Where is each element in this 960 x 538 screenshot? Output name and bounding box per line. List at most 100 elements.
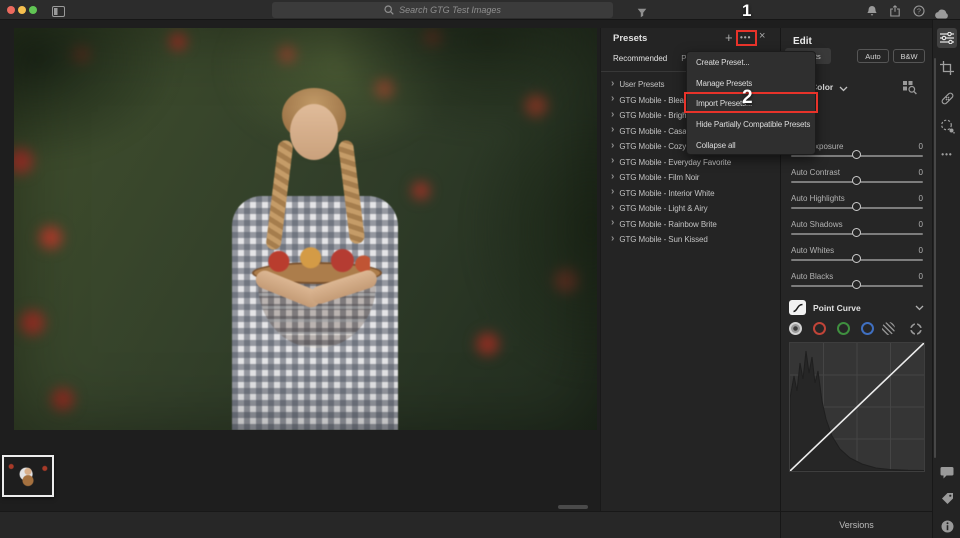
chevron-right-icon: › [611, 170, 615, 182]
create-preset-plus-button[interactable]: + [725, 31, 733, 44]
edit-panel-title: Edit [793, 36, 812, 47]
curve-target-icon[interactable] [909, 322, 923, 341]
menu-item-collapse-all[interactable]: Collapse all [687, 135, 815, 156]
scrollbar-thumb[interactable] [934, 58, 936, 458]
crop-icon [940, 61, 954, 75]
slider-auto-whites: Auto Whites 0 [781, 242, 933, 268]
scrollbar-thumb[interactable] [558, 505, 588, 509]
channel-all-button[interactable] [789, 322, 802, 335]
chevron-right-icon: › [611, 186, 615, 198]
filter-funnel-icon[interactable] [637, 5, 647, 23]
menu-item-import-presets[interactable]: Import Presets... [687, 94, 815, 115]
chevron-right-icon: › [611, 232, 615, 244]
crop-tool-button[interactable] [937, 58, 957, 78]
zoom-window-button[interactable] [29, 6, 37, 14]
channel-blue-button[interactable] [861, 322, 874, 335]
search-placeholder: Search GTG Test Images [399, 5, 501, 15]
preset-group[interactable]: › GTG Mobile - Sun Kissed [601, 232, 781, 248]
menu-item-create-preset[interactable]: Create Preset... [687, 52, 815, 73]
channel-red-button[interactable] [813, 322, 826, 335]
presets-more-options-button[interactable]: ••• [740, 33, 751, 42]
photo-apples [264, 246, 370, 274]
keywords-button[interactable] [937, 488, 957, 508]
light-sliders: Auto Exposure 0 Auto Contrast 0 Auto Highl… [781, 138, 933, 294]
share-icon[interactable] [889, 4, 901, 22]
point-curve-title: Point Curve [813, 303, 861, 313]
tone-curve-histogram[interactable] [789, 342, 925, 472]
photo-canvas[interactable] [14, 28, 597, 430]
search-icon [384, 5, 394, 15]
chevron-right-icon: › [611, 108, 615, 120]
curve-channel-buttons [781, 322, 933, 338]
chevron-right-icon: › [611, 93, 615, 105]
slider-handle[interactable] [852, 202, 861, 211]
chevron-right-icon: › [611, 139, 615, 151]
bottom-toolbar: ☆ ☆ ☆ ☆ ☆ ⚐ ⚐ Fit 100% [0, 511, 780, 538]
top-bar: Search GTG Test Images ? [0, 0, 960, 20]
channel-parametric-button[interactable] [882, 322, 895, 335]
photo-braid-right [337, 139, 366, 245]
close-presets-button[interactable]: × [759, 30, 765, 42]
auto-button[interactable]: Auto [857, 49, 889, 63]
panel-toggle-icon[interactable] [52, 4, 65, 22]
comments-button[interactable] [937, 462, 957, 482]
presets-panel-title: Presets [613, 33, 648, 44]
svg-text:?: ? [917, 8, 921, 15]
photo-face [290, 104, 338, 160]
chevron-right-icon: › [611, 124, 615, 136]
slider-handle[interactable] [852, 150, 861, 159]
channel-green-button[interactable] [837, 322, 850, 335]
slider-auto-blacks: Auto Blacks 0 [781, 268, 933, 294]
chat-bubble-icon [940, 466, 954, 478]
slider-handle[interactable] [852, 254, 861, 263]
help-icon[interactable]: ? [913, 4, 925, 22]
menu-item-manage-presets[interactable]: Manage Presets [687, 73, 815, 94]
tool-rail: ••• [932, 20, 960, 538]
masking-tool-button[interactable] [937, 116, 957, 136]
lightroom-window: Search GTG Test Images ? Presets + ••• ×… [0, 0, 960, 538]
slider-handle[interactable] [852, 176, 861, 185]
photo-arm-left [253, 267, 323, 311]
preset-group[interactable]: › GTG Mobile - Light & Airy [601, 201, 781, 217]
search-input[interactable]: Search GTG Test Images [272, 2, 613, 18]
preset-group[interactable]: › GTG Mobile - Interior White [601, 186, 781, 202]
tag-icon [941, 492, 953, 504]
photo-hair [282, 88, 346, 142]
tab-recommended[interactable]: Recommended [613, 54, 667, 63]
sliders-icon [940, 32, 954, 44]
chevron-right-icon: › [611, 217, 615, 229]
dots-icon: ••• [941, 149, 953, 159]
point-curve-header[interactable]: Point Curve [781, 300, 933, 318]
masking-icon [940, 119, 955, 134]
info-button[interactable] [937, 516, 957, 536]
menu-item-hide-partially-compatible[interactable]: Hide Partially Compatible Presets [687, 114, 815, 135]
photo-braid-left [265, 139, 294, 251]
slider-auto-contrast: Auto Contrast 0 [781, 164, 933, 190]
preset-group[interactable]: › GTG Mobile - Rainbow Brite [601, 217, 781, 233]
notifications-bell-icon[interactable] [866, 4, 878, 22]
slider-handle[interactable] [852, 228, 861, 237]
preset-group[interactable]: › GTG Mobile - Film Noir [601, 170, 781, 186]
photo-subject [14, 28, 597, 430]
chevron-down-icon [915, 305, 924, 311]
bw-button[interactable]: B&W [893, 49, 925, 63]
slider-auto-highlights: Auto Highlights 0 [781, 190, 933, 216]
point-curve-icon[interactable] [789, 300, 806, 315]
slider-handle[interactable] [852, 280, 861, 289]
versions-bar[interactable]: Versions [780, 511, 932, 538]
chevron-right-icon: › [611, 77, 615, 89]
filmstrip-thumbnail[interactable] [2, 455, 54, 497]
close-window-button[interactable] [7, 6, 15, 14]
chevron-down-icon [839, 86, 848, 92]
versions-label: Versions [839, 520, 874, 530]
photo-arm-right [308, 267, 380, 307]
minimize-window-button[interactable] [18, 6, 26, 14]
chevron-right-icon: › [611, 201, 615, 213]
healing-tool-button[interactable] [937, 88, 957, 108]
edit-tool-button[interactable] [937, 28, 957, 48]
slider-auto-shadows: Auto Shadows 0 [781, 216, 933, 242]
preset-group[interactable]: › GTG Mobile - Everyday Favorite [601, 155, 781, 171]
more-tools-button[interactable]: ••• [937, 144, 957, 164]
photo-basket [258, 272, 376, 348]
color-mixer-icon[interactable] [903, 81, 918, 100]
